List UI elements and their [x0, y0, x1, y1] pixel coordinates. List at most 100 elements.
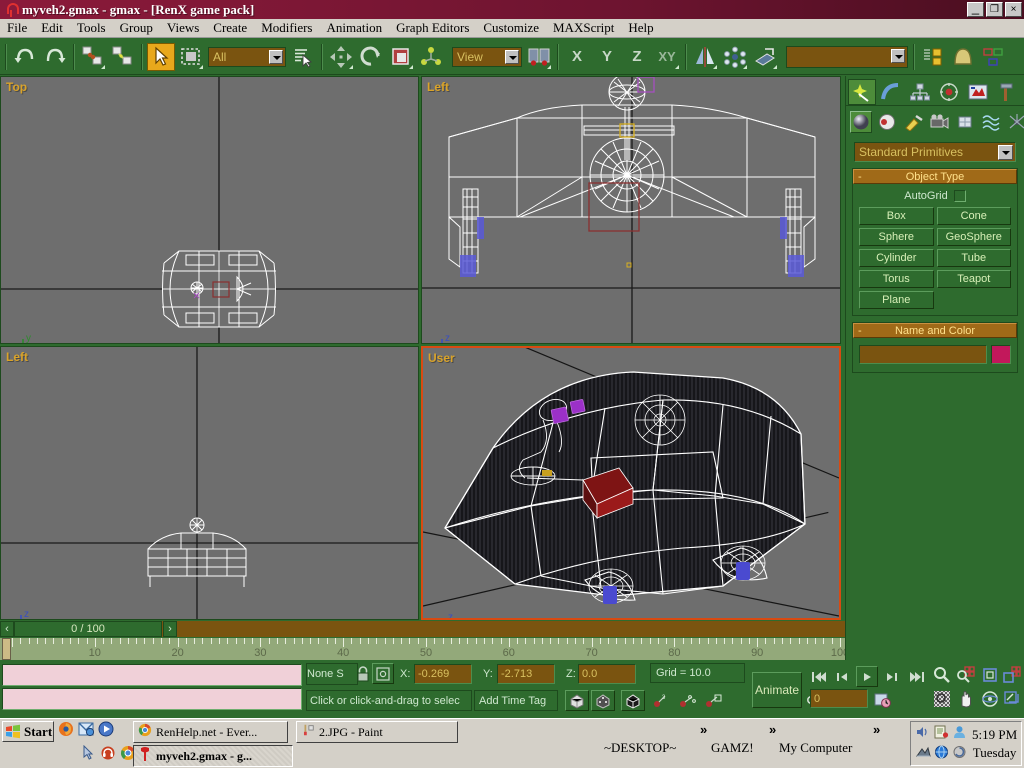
restrict-to-x-button[interactable]: X	[563, 43, 591, 71]
chevron-down-icon[interactable]	[269, 50, 283, 64]
manipulate-button[interactable]	[417, 43, 445, 71]
min-max-toggle-button[interactable]	[1000, 688, 1024, 710]
select-and-uniform-scale-button[interactable]	[387, 43, 415, 71]
time-configuration-button[interactable]	[872, 689, 894, 710]
viewport-top[interactable]: Top	[0, 76, 419, 344]
menu-tools[interactable]: Tools	[70, 19, 113, 37]
volume-icon[interactable]	[916, 725, 931, 743]
next-frame-arrow[interactable]: ›	[163, 621, 177, 637]
globe-icon[interactable]	[934, 745, 949, 763]
shapes-button[interactable]	[876, 111, 898, 133]
create-tube-button[interactable]: Tube	[937, 249, 1012, 267]
viewport-left-bottom[interactable]: Left	[0, 346, 419, 620]
motion-tab[interactable]	[935, 79, 963, 105]
spinner-snap-button[interactable]: 3	[650, 690, 672, 711]
menu-graph-editors[interactable]: Graph Editors	[389, 19, 476, 37]
menu-customize[interactable]: Customize	[476, 19, 546, 37]
clock[interactable]: 5:19 PM Tuesday	[972, 726, 1017, 762]
unlink-selection-button[interactable]	[109, 43, 137, 71]
gamz-band-label[interactable]: GAMZ!	[711, 740, 754, 756]
go-to-start-button[interactable]	[808, 666, 830, 687]
next-frame-button[interactable]	[880, 666, 902, 687]
menu-views[interactable]: Views	[160, 19, 206, 37]
hierarchy-tab[interactable]	[906, 79, 934, 105]
desktop-band-chevron[interactable]: »	[700, 722, 707, 737]
menu-help[interactable]: Help	[621, 19, 660, 37]
viewport-user[interactable]: User	[421, 346, 841, 620]
restrict-to-y-button[interactable]: Y	[593, 43, 621, 71]
absolute-relative-transform-button[interactable]	[372, 663, 394, 684]
percent-snap-toggle-button[interactable]	[676, 690, 698, 711]
align-button[interactable]	[751, 43, 779, 71]
viewport-label-user[interactable]: User	[428, 351, 455, 365]
media-player-icon[interactable]	[98, 721, 114, 741]
track-bar-ruler[interactable]: 102030405060708090100	[0, 638, 845, 660]
create-teapot-button[interactable]: Teapot	[937, 270, 1012, 288]
menu-modifiers[interactable]: Modifiers	[254, 19, 319, 37]
viewport-left-top[interactable]: Left	[421, 76, 841, 344]
reference-coordinate-combo[interactable]: View	[452, 47, 522, 67]
track-bar-grip[interactable]	[2, 638, 11, 660]
go-to-end-button[interactable]	[906, 666, 928, 687]
select-by-name-button[interactable]	[289, 43, 317, 71]
menu-create[interactable]: Create	[206, 19, 254, 37]
selection-filter-combo[interactable]: All	[208, 47, 286, 67]
outlook-express-icon[interactable]	[78, 721, 94, 741]
systems-button[interactable]	[1006, 111, 1024, 133]
object-name-input[interactable]	[859, 345, 987, 364]
y-coordinate-field[interactable]: -2.713	[497, 664, 555, 684]
autogrid-checkbox[interactable]	[954, 190, 966, 202]
animate-toggle-button[interactable]: Animate	[752, 672, 802, 708]
undo-button[interactable]	[11, 43, 39, 71]
x-coordinate-field[interactable]: -0.269	[414, 664, 472, 684]
create-geosphere-button[interactable]: GeoSphere	[937, 228, 1012, 246]
create-plane-button[interactable]: Plane	[859, 291, 934, 309]
maxscript-listener-output[interactable]	[2, 664, 302, 686]
restrict-to-z-button[interactable]: Z	[623, 43, 651, 71]
create-box-button[interactable]: Box	[859, 207, 934, 225]
field-of-view-button[interactable]	[930, 688, 954, 710]
space-warps-button[interactable]	[980, 111, 1002, 133]
taskbar-item-renhelp[interactable]: RenHelp.net - Ever...	[133, 721, 288, 743]
create-tab[interactable]	[848, 79, 876, 105]
object-type-header[interactable]: - Object Type	[853, 169, 1017, 184]
create-sphere-button[interactable]: Sphere	[859, 228, 934, 246]
zoom-button[interactable]	[930, 664, 954, 686]
restore-button[interactable]: ❐	[986, 2, 1003, 17]
layer-manager-button[interactable]	[919, 43, 947, 71]
menu-file[interactable]: File	[0, 19, 34, 37]
firefox-icon[interactable]	[58, 721, 74, 741]
named-selection-sets-combo[interactable]	[786, 46, 908, 68]
chevron-down-icon[interactable]	[998, 145, 1013, 160]
add-time-tag-button[interactable]: Add Time Tag	[474, 690, 558, 711]
menu-animation[interactable]: Animation	[319, 19, 389, 37]
mycomputer-band-chevron[interactable]: »	[873, 722, 880, 737]
snaps-toggle-button[interactable]	[565, 690, 589, 711]
update-icon[interactable]	[952, 745, 967, 763]
rectangular-selection-region-button[interactable]	[177, 43, 205, 71]
spinner-snap-toggle-button[interactable]	[702, 690, 724, 711]
create-torus-button[interactable]: Torus	[859, 270, 934, 288]
play-animation-button[interactable]	[856, 666, 878, 687]
curve-editor-button[interactable]	[949, 43, 977, 71]
arc-rotate-button[interactable]	[978, 688, 1002, 710]
viewport-label-left-bottom[interactable]: Left	[6, 350, 28, 364]
collapse-toggle-icon[interactable]: -	[858, 171, 862, 183]
viewport-label-top[interactable]: Top	[6, 80, 27, 94]
zoom-extents-all-button[interactable]	[1000, 664, 1024, 686]
select-and-rotate-button[interactable]	[357, 43, 385, 71]
start-button[interactable]: Start	[2, 721, 54, 742]
subcategory-combo[interactable]: Standard Primitives	[854, 142, 1016, 162]
taskbar-item-gmax[interactable]: myveh2.gmax - g...	[133, 745, 293, 767]
z-coordinate-field[interactable]: 0.0	[578, 664, 636, 684]
current-frame-field[interactable]: 0	[810, 689, 868, 708]
cursor-icon[interactable]	[80, 745, 96, 765]
mycomputer-band-label[interactable]: My Computer	[779, 740, 852, 756]
maxscript-listener-input[interactable]	[2, 688, 302, 710]
modify-tab[interactable]	[877, 79, 905, 105]
collapse-toggle-icon[interactable]: -	[858, 325, 862, 337]
helpers-button[interactable]	[954, 111, 976, 133]
prev-frame-arrow[interactable]: ‹	[0, 621, 14, 637]
desktop-band-label[interactable]: ~DESKTOP~	[604, 740, 676, 756]
object-color-swatch[interactable]	[991, 345, 1011, 364]
